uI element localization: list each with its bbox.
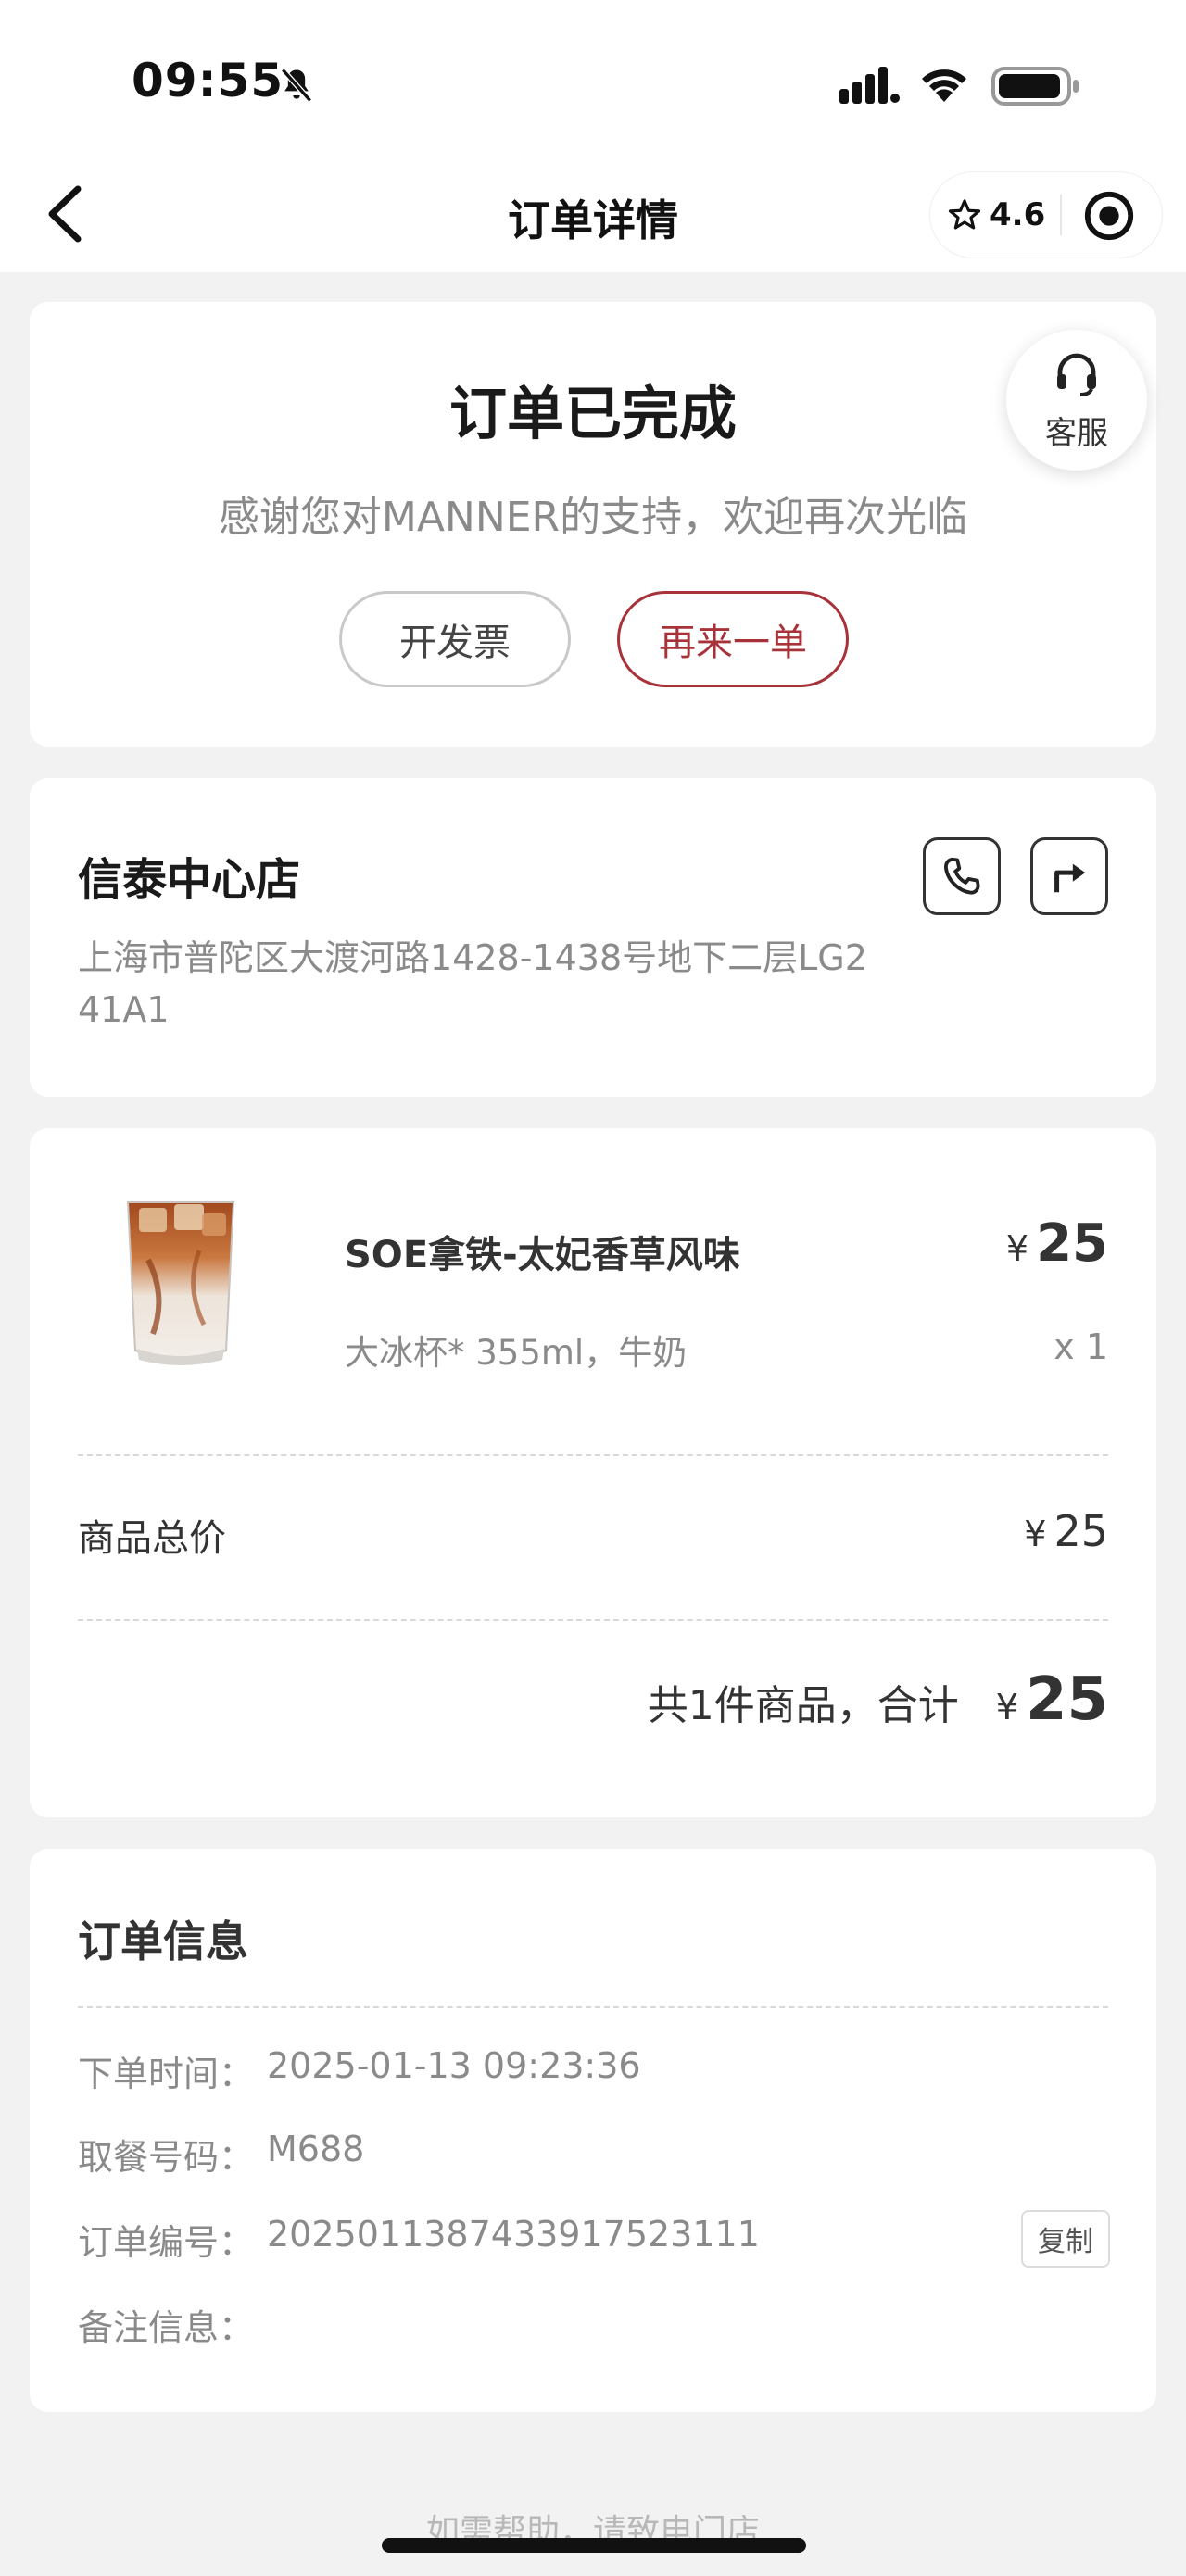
invoice-button[interactable]: 开发票 — [339, 591, 571, 687]
grand-total-price: ¥25 — [996, 1665, 1108, 1734]
remarks-label: 备注信息： — [78, 2307, 255, 2348]
store-address: 上海市普陀区大渡河路1428-1438号地下二层LG2 41A1 — [78, 937, 867, 1030]
battery-icon — [991, 67, 1079, 106]
divider — [78, 2006, 1108, 2008]
subtotal-price: ¥25 — [1024, 1506, 1108, 1556]
navigation-bar: 订单详情 4.6 — [0, 159, 1186, 272]
order-status-card: 订单已完成 感谢您对MANNER的支持，欢迎再次光临 开发票 再来一单 — [30, 302, 1156, 747]
bell-muted-icon — [281, 68, 312, 103]
customer-service-label: 客服 — [1045, 415, 1108, 452]
wifi-icon — [922, 69, 966, 102]
target-icon[interactable] — [1082, 189, 1136, 243]
order-info-heading: 订单信息 — [78, 1916, 248, 1967]
copy-order-number-button[interactable]: 复制 — [1021, 2210, 1110, 2268]
pickup-code-label: 取餐号码： — [78, 2137, 255, 2178]
store-card: 信泰中心店 上海市普陀区大渡河路1428-1438号地下二层LG2 41A1 — [30, 778, 1156, 1097]
divider — [78, 1454, 1108, 1456]
store-name: 信泰中心店 — [78, 854, 301, 906]
grand-total-label: 共1件商品，合计 — [647, 1682, 959, 1729]
order-number-label: 订单编号： — [78, 2222, 255, 2263]
directions-icon — [1054, 863, 1086, 893]
currency-symbol: ¥ — [1024, 1514, 1047, 1554]
grand-total-row: 共1件商品，合计 ¥25 — [648, 1665, 1108, 1734]
status-bar: 09:55 — [0, 0, 1186, 159]
subtotal-value: 25 — [1054, 1506, 1108, 1556]
capsule-divider — [1060, 195, 1062, 235]
order-status-title: 订单已完成 — [448, 380, 737, 447]
order-number-value: 2025011387433917523111 — [267, 2214, 760, 2255]
customer-service-button[interactable]: 客服 — [1006, 330, 1147, 471]
subtotal-label: 商品总价 — [78, 1517, 226, 1560]
product-quantity: x 1 — [1054, 1326, 1108, 1367]
order-number-row: 订单编号： 2025011387433917523111 — [78, 2214, 760, 2265]
signal-icon — [839, 67, 900, 104]
order-info-card: 订单信息 下单时间： 2025-01-13 09:23:36 取餐号码： M68… — [30, 1849, 1156, 2412]
product-card: SOE拿铁-太妃香草风味 大冰杯* 355ml，牛奶 ¥25 x 1 商品总价 … — [30, 1128, 1156, 1817]
store-directions-button[interactable] — [1030, 837, 1108, 915]
rating-button[interactable]: 4.6 — [947, 191, 1056, 239]
order-time-row: 下单时间： 2025-01-13 09:23:36 — [78, 2045, 641, 2096]
order-time-value: 2025-01-13 09:23:36 — [267, 2045, 641, 2086]
mini-program-capsule: 4.6 — [930, 172, 1162, 258]
product-spec: 大冰杯* 355ml，牛奶 — [345, 1333, 688, 1373]
headset-icon — [1057, 353, 1096, 396]
rating-value: 4.6 — [990, 196, 1046, 233]
status-time: 09:55 — [132, 54, 284, 107]
product-price: ¥25 — [1006, 1213, 1108, 1274]
pickup-code-row: 取餐号码： M688 — [78, 2129, 364, 2180]
pickup-code-value: M688 — [267, 2129, 365, 2169]
reorder-button[interactable]: 再来一单 — [617, 591, 849, 687]
currency-symbol: ¥ — [1005, 1228, 1029, 1269]
home-indicator[interactable] — [382, 2538, 806, 2553]
remarks-row: 备注信息： — [78, 2299, 267, 2350]
product-name: SOE拿铁-太妃香草风味 — [345, 1234, 740, 1276]
order-status-subtitle: 感谢您对MANNER的支持，欢迎再次光临 — [218, 494, 968, 541]
divider — [78, 1619, 1108, 1621]
call-store-button[interactable] — [923, 837, 1001, 915]
grand-total-value: 25 — [1025, 1665, 1108, 1734]
order-time-label: 下单时间： — [78, 2054, 255, 2094]
product-price-value: 25 — [1036, 1213, 1108, 1274]
currency-symbol: ¥ — [995, 1687, 1018, 1728]
phone-icon — [944, 857, 980, 895]
star-icon — [948, 199, 981, 230]
iced-latte-glass-image — [126, 1201, 235, 1365]
